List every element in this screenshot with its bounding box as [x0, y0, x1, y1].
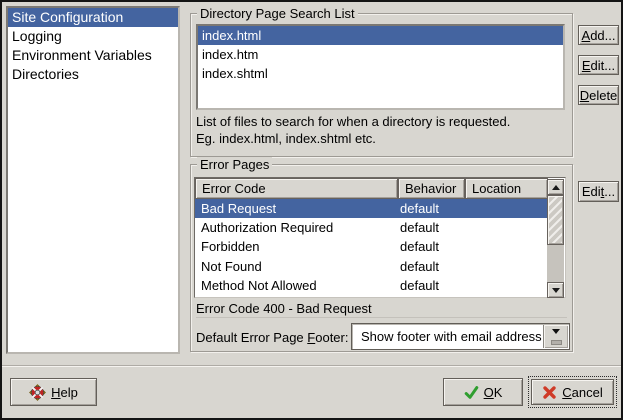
combo-dropdown-button[interactable] [543, 325, 568, 348]
sidebar-item-environment-variables[interactable]: Environment Variables [8, 46, 178, 65]
check-icon [464, 385, 479, 400]
scrollbar-thumb[interactable] [547, 195, 564, 245]
httpd-site-configuration-window: Site Configuration Logging Environment V… [0, 0, 623, 420]
frame-title: Error Pages [197, 157, 272, 172]
category-list: Site Configuration Logging Environment V… [6, 6, 180, 354]
error-table-body: Bad Request default Authorization Requir… [195, 199, 548, 295]
error-row[interactable]: Not Found default [195, 257, 548, 276]
file-row[interactable]: index.shtml [198, 64, 563, 83]
chevron-down-icon [552, 329, 560, 338]
edit-button[interactable]: Edit... [578, 55, 619, 75]
frame-title: Directory Page Search List [197, 6, 358, 21]
vertical-scrollbar[interactable] [547, 179, 564, 298]
help-button[interactable]: Help [10, 378, 97, 406]
default-footer-label: Default Error Page Footer: [196, 330, 348, 346]
separator [196, 317, 567, 318]
directory-page-list: index.html index.htm index.shtml [196, 24, 565, 110]
sidebar-item-directories[interactable]: Directories [8, 65, 178, 84]
life-preserver-icon [29, 384, 46, 401]
scrollbar-down-button[interactable] [547, 282, 564, 298]
footer-combobox-value: Show footer with email address [361, 324, 542, 349]
file-row[interactable]: index.html [198, 26, 563, 45]
sidebar-item-logging[interactable]: Logging [8, 27, 178, 46]
directory-list-caption-line1: List of files to search for when a direc… [196, 114, 510, 129]
error-row[interactable]: Authorization Required default [195, 218, 548, 237]
separator [2, 365, 621, 367]
x-icon [542, 385, 557, 400]
error-row[interactable]: Bad Request default [195, 199, 548, 218]
error-table: Error Code Behavior Location Bad Request… [194, 177, 566, 298]
column-header-location[interactable]: Location [465, 178, 548, 199]
column-header-error-code[interactable]: Error Code [195, 178, 398, 199]
directory-list-caption-line2: Eg. index.html, index.shtml etc. [196, 131, 376, 146]
error-detail-label: Error Code 400 - Bad Request [196, 301, 372, 316]
ok-button[interactable]: OK [443, 378, 523, 406]
sidebar-item-site-configuration[interactable]: Site Configuration [8, 8, 178, 27]
error-row[interactable]: Method Not Allowed default [195, 276, 548, 295]
arrow-down-icon [552, 288, 560, 297]
arrow-up-icon [552, 181, 560, 190]
combo-ridge [551, 340, 562, 345]
error-row[interactable]: Forbidden default [195, 237, 548, 256]
delete-button[interactable]: Delete [578, 85, 619, 105]
scrollbar-up-button[interactable] [547, 179, 564, 195]
edit-error-button[interactable]: Edit... [578, 181, 619, 202]
add-button[interactable]: Add... [578, 25, 619, 45]
column-header-behavior[interactable]: Behavior [398, 178, 465, 199]
file-row[interactable]: index.htm [198, 45, 563, 64]
footer-combobox[interactable]: Show footer with email address [351, 323, 570, 350]
cancel-button[interactable]: Cancel [531, 379, 614, 405]
